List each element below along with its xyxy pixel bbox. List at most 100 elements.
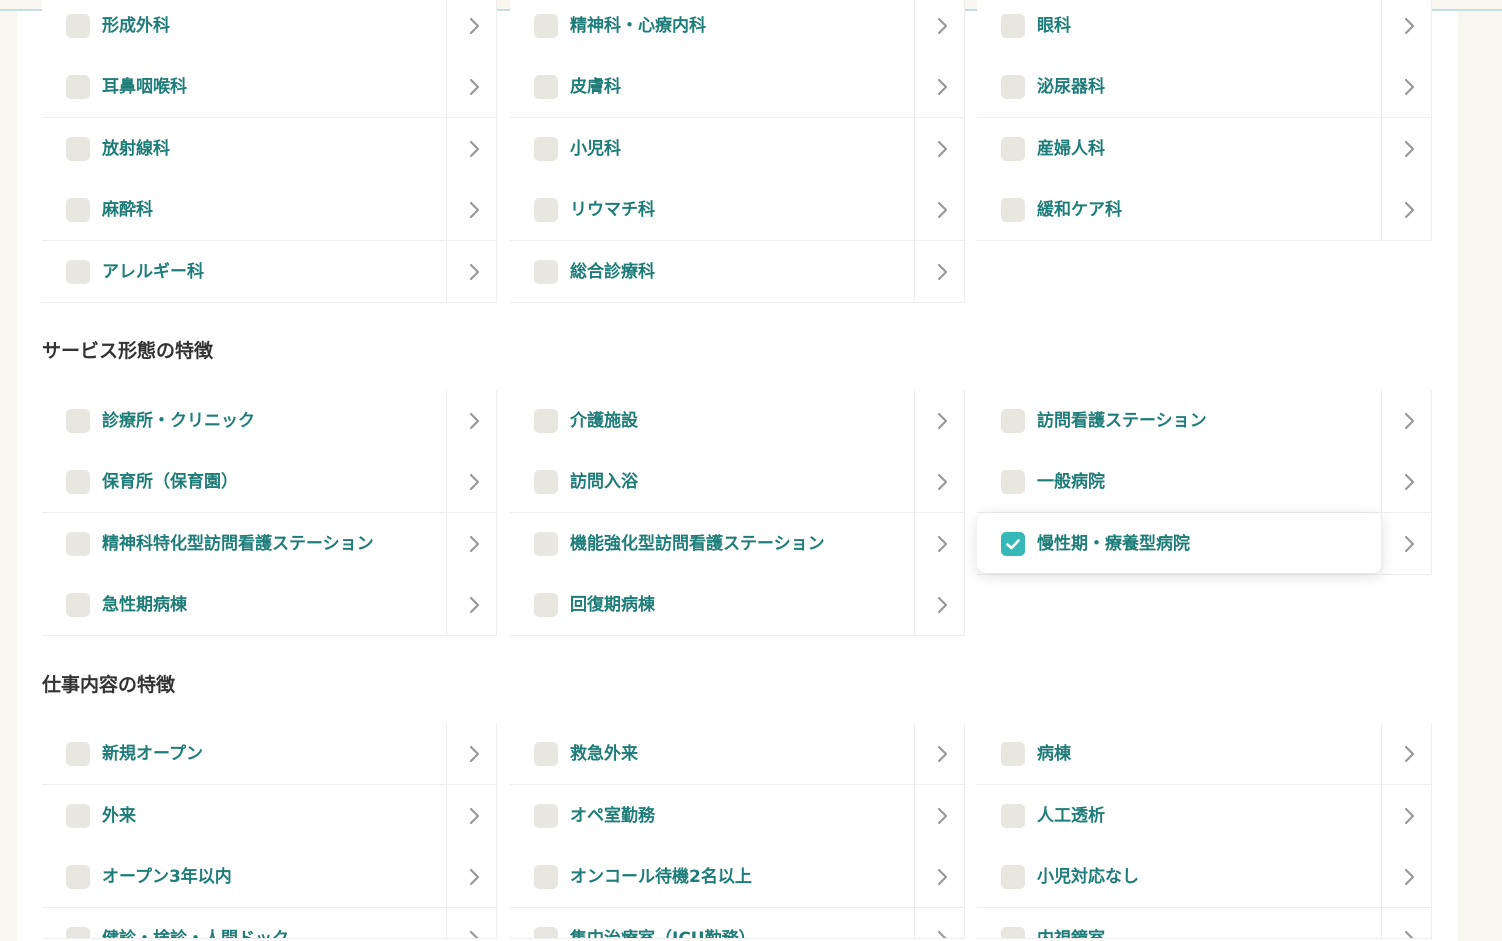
- option-item[interactable]: 放射線科: [42, 118, 497, 180]
- option-item[interactable]: 訪問入浴: [510, 451, 965, 513]
- chevron-right-icon[interactable]: [932, 77, 952, 97]
- checkbox-icon[interactable]: [1001, 742, 1025, 766]
- chevron-right-icon[interactable]: [932, 867, 952, 887]
- chevron-right-icon[interactable]: [1399, 929, 1419, 938]
- chevron-right-icon[interactable]: [932, 806, 952, 826]
- option-item[interactable]: 急性期病棟: [42, 574, 497, 636]
- checkbox-icon[interactable]: [1001, 927, 1025, 938]
- option-item[interactable]: 麻酔科: [42, 179, 497, 241]
- checkbox-icon[interactable]: [534, 137, 558, 161]
- option-item[interactable]: 診療所・クリニック: [42, 390, 497, 452]
- option-item[interactable]: オペ室勤務: [510, 785, 965, 847]
- option-item[interactable]: 総合診療科: [510, 241, 965, 303]
- chevron-right-icon[interactable]: [1399, 806, 1419, 826]
- checkbox-icon[interactable]: [534, 75, 558, 99]
- option-item[interactable]: 健診・検診・人間ドック: [42, 908, 497, 939]
- checkbox-icon[interactable]: [534, 409, 558, 433]
- checkbox-icon[interactable]: [1001, 137, 1025, 161]
- checkbox-icon[interactable]: [66, 532, 90, 556]
- checkbox-icon[interactable]: [534, 927, 558, 938]
- checkbox-icon[interactable]: [66, 927, 90, 938]
- checkbox-icon[interactable]: [66, 75, 90, 99]
- chevron-right-icon[interactable]: [1399, 77, 1419, 97]
- option-item-selected[interactable]: 慢性期・療養型病院: [977, 513, 1432, 575]
- chevron-right-icon[interactable]: [932, 744, 952, 764]
- option-item[interactable]: アレルギー科: [42, 241, 497, 303]
- option-item[interactable]: 一般病院: [977, 451, 1432, 513]
- checkbox-icon[interactable]: [1001, 865, 1025, 889]
- option-item[interactable]: 外来: [42, 785, 497, 847]
- option-item[interactable]: 回復期病棟: [510, 574, 965, 636]
- chevron-right-icon[interactable]: [464, 867, 484, 887]
- chevron-right-icon[interactable]: [1399, 16, 1419, 36]
- option-item[interactable]: オンコール待機2名以上: [510, 846, 965, 908]
- option-item[interactable]: 集中治療室（ICU勤務）: [510, 908, 965, 939]
- option-item[interactable]: 耳鼻咽喉科: [42, 56, 497, 118]
- chevron-right-icon[interactable]: [464, 139, 484, 159]
- chevron-right-icon[interactable]: [1399, 534, 1419, 554]
- checkbox-icon[interactable]: [534, 260, 558, 284]
- checkbox-icon[interactable]: [1001, 198, 1025, 222]
- option-item[interactable]: 機能強化型訪問看護ステーション: [510, 513, 965, 575]
- checkbox-icon[interactable]: [66, 865, 90, 889]
- chevron-right-icon[interactable]: [464, 534, 484, 554]
- chevron-right-icon[interactable]: [464, 77, 484, 97]
- chevron-right-icon[interactable]: [1399, 472, 1419, 492]
- option-item[interactable]: オープン3年以内: [42, 846, 497, 908]
- chevron-right-icon[interactable]: [464, 744, 484, 764]
- checkbox-icon[interactable]: [534, 14, 558, 38]
- option-item[interactable]: 皮膚科: [510, 56, 965, 118]
- checkbox-icon[interactable]: [66, 14, 90, 38]
- option-item[interactable]: 緩和ケア科: [977, 179, 1432, 241]
- option-item[interactable]: 産婦人科: [977, 118, 1432, 180]
- checkbox-icon[interactable]: [66, 137, 90, 161]
- chevron-right-icon[interactable]: [1399, 139, 1419, 159]
- checkbox-icon[interactable]: [534, 532, 558, 556]
- checkbox-icon[interactable]: [534, 865, 558, 889]
- option-item[interactable]: 泌尿器科: [977, 56, 1432, 118]
- chevron-right-icon[interactable]: [464, 411, 484, 431]
- chevron-right-icon[interactable]: [932, 411, 952, 431]
- checkbox-icon[interactable]: [66, 409, 90, 433]
- chevron-right-icon[interactable]: [464, 16, 484, 36]
- chevron-right-icon[interactable]: [464, 929, 484, 938]
- chevron-right-icon[interactable]: [1399, 411, 1419, 431]
- option-item[interactable]: 眼科: [977, 0, 1432, 57]
- checkbox-icon[interactable]: [1001, 532, 1025, 556]
- checkbox-icon[interactable]: [66, 260, 90, 284]
- checkbox-icon[interactable]: [534, 804, 558, 828]
- chevron-right-icon[interactable]: [932, 472, 952, 492]
- chevron-right-icon[interactable]: [1399, 200, 1419, 220]
- chevron-right-icon[interactable]: [932, 16, 952, 36]
- option-item[interactable]: 救急外来: [510, 723, 965, 785]
- checkbox-icon[interactable]: [534, 470, 558, 494]
- checkbox-icon[interactable]: [1001, 470, 1025, 494]
- chevron-right-icon[interactable]: [932, 534, 952, 554]
- chevron-right-icon[interactable]: [464, 262, 484, 282]
- checkbox-icon[interactable]: [66, 198, 90, 222]
- checkbox-icon[interactable]: [534, 593, 558, 617]
- checkbox-icon[interactable]: [1001, 75, 1025, 99]
- chevron-right-icon[interactable]: [932, 139, 952, 159]
- checkbox-icon[interactable]: [1001, 14, 1025, 38]
- chevron-right-icon[interactable]: [464, 806, 484, 826]
- chevron-right-icon[interactable]: [1399, 744, 1419, 764]
- chevron-right-icon[interactable]: [464, 472, 484, 492]
- chevron-right-icon[interactable]: [464, 595, 484, 615]
- option-item[interactable]: 精神科・心療内科: [510, 0, 965, 57]
- option-item[interactable]: リウマチ科: [510, 179, 965, 241]
- checkbox-icon[interactable]: [1001, 804, 1025, 828]
- option-item[interactable]: 小児科: [510, 118, 965, 180]
- option-item[interactable]: 新規オープン: [42, 723, 497, 785]
- option-item[interactable]: 保育所（保育園）: [42, 451, 497, 513]
- option-item[interactable]: 小児対応なし: [977, 846, 1432, 908]
- chevron-right-icon[interactable]: [1399, 867, 1419, 887]
- option-item[interactable]: 訪問看護ステーション: [977, 390, 1432, 452]
- chevron-right-icon[interactable]: [932, 262, 952, 282]
- option-item[interactable]: 精神科特化型訪問看護ステーション: [42, 513, 497, 575]
- option-item[interactable]: 病棟: [977, 723, 1432, 785]
- checkbox-icon[interactable]: [534, 198, 558, 222]
- checkbox-icon[interactable]: [534, 742, 558, 766]
- chevron-right-icon[interactable]: [932, 929, 952, 938]
- checkbox-icon[interactable]: [66, 593, 90, 617]
